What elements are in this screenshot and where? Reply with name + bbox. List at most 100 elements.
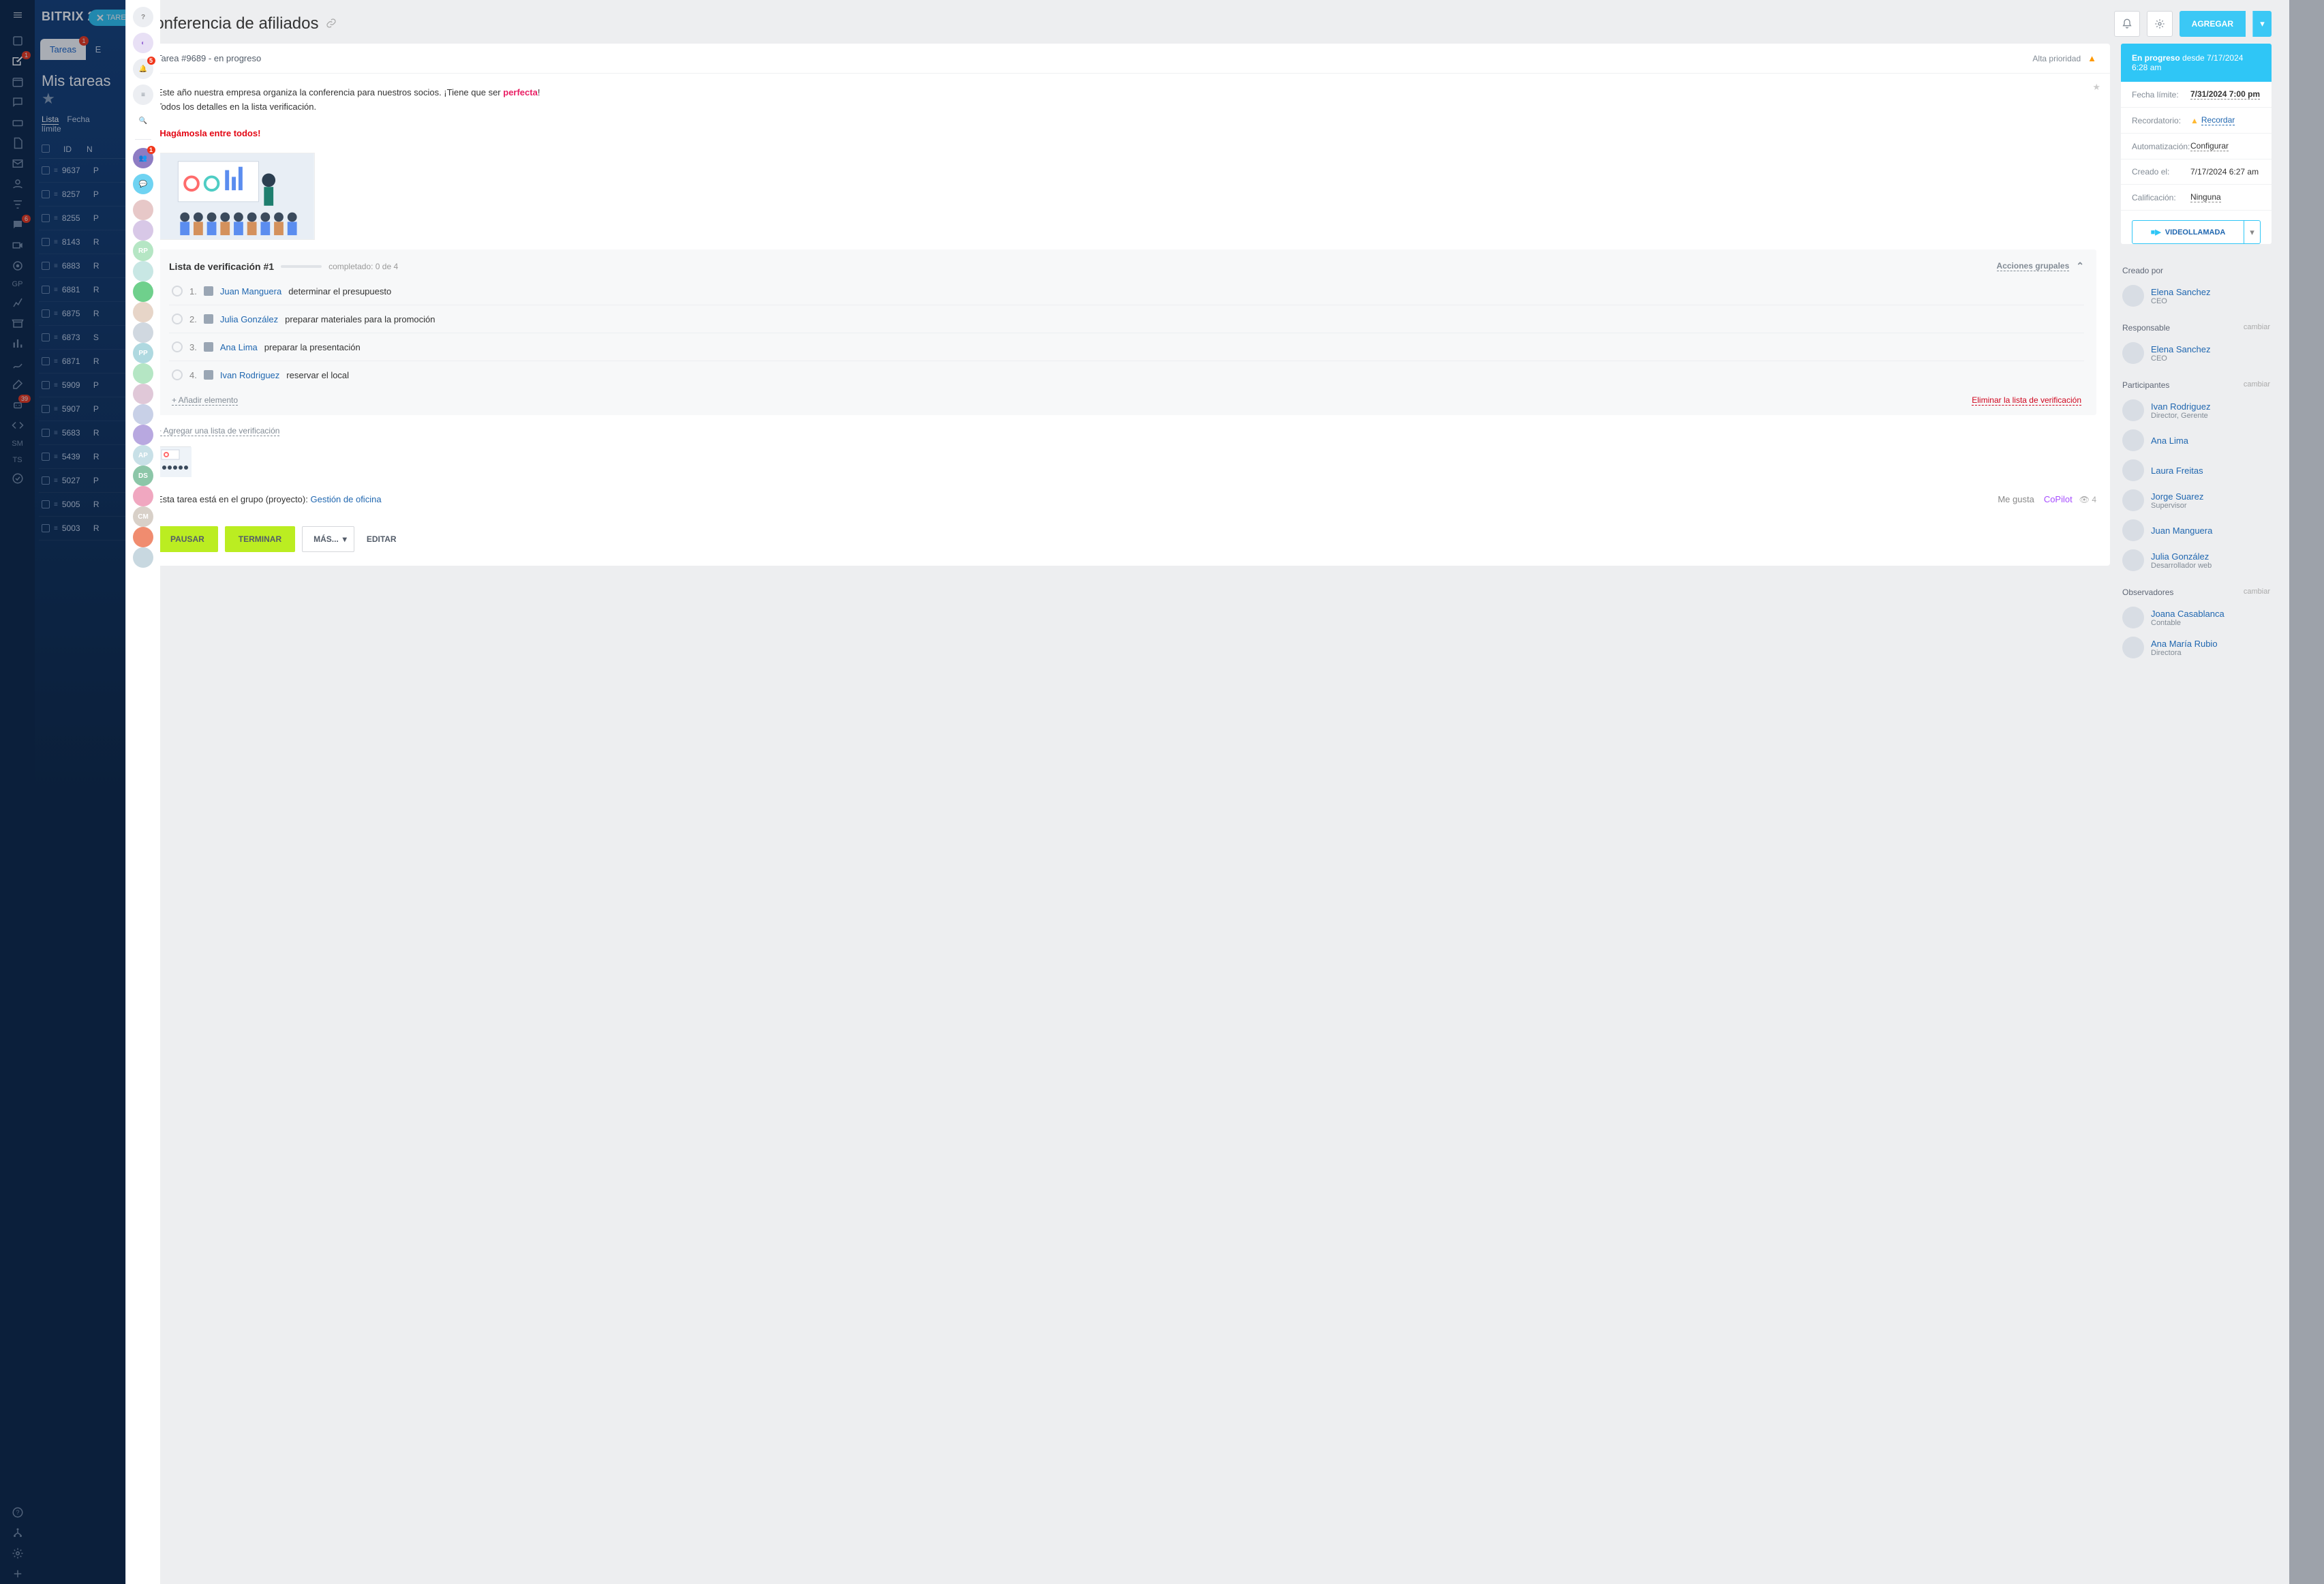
avatar	[2122, 429, 2144, 451]
rail-lines-icon[interactable]: ≡	[133, 85, 153, 105]
chat-avatar[interactable]	[133, 322, 153, 343]
chat-avatar[interactable]	[133, 384, 153, 404]
priority-label: Alta prioridad	[2032, 54, 2081, 63]
settings-button[interactable]	[2147, 11, 2173, 37]
user-icon	[204, 314, 213, 324]
reminder-warn-icon: ▲	[2190, 116, 2199, 125]
task-id-status: Tarea #9689 - en progreso	[157, 53, 261, 63]
chat-avatar[interactable]	[133, 220, 153, 241]
person[interactable]: Laura Freitas	[2121, 455, 2272, 485]
chat-avatar[interactable]	[133, 486, 153, 506]
add-checklist[interactable]: + Agregar una lista de verificación	[157, 426, 279, 436]
add-button[interactable]: AGREGAR	[2180, 11, 2246, 37]
pause-button[interactable]: PAUSAR	[157, 526, 218, 552]
chat-avatar[interactable]	[133, 281, 153, 302]
checkbox-icon[interactable]	[172, 314, 183, 324]
avatar	[2122, 489, 2144, 511]
chat-avatar[interactable]: RP	[133, 241, 153, 261]
checkbox-icon[interactable]	[172, 341, 183, 352]
reminder-link[interactable]: Recordar	[2201, 115, 2235, 125]
rail-people-icon[interactable]: 👥1	[133, 148, 153, 168]
avatar	[2122, 285, 2144, 307]
chat-avatar[interactable]: CM	[133, 506, 153, 527]
responsible-person[interactable]: Elena SanchezCEO	[2121, 338, 2272, 368]
video-call-button[interactable]: ■▶VIDEOLLAMADA	[2132, 221, 2244, 243]
project-link[interactable]: Gestión de oficina	[310, 494, 381, 504]
avatar	[2122, 549, 2144, 571]
task-description: Este año nuestra empresa organiza la con…	[157, 86, 2096, 115]
copilot-button[interactable]: CoPilot	[2044, 494, 2073, 504]
deadline-value[interactable]: 7/31/2024 7:00 pm	[2190, 89, 2260, 100]
chat-avatar[interactable]: PP	[133, 343, 153, 363]
delete-checklist[interactable]: Eliminar la lista de verificación	[1972, 395, 2081, 406]
person[interactable]: Julia GonzálezDesarrollador web	[2121, 545, 2272, 575]
chat-avatar[interactable]	[133, 363, 153, 384]
edit-button[interactable]: EDITAR	[361, 526, 402, 552]
change-responsible[interactable]: cambiar	[2244, 323, 2270, 333]
checkbox-icon[interactable]	[172, 369, 183, 380]
more-button[interactable]: MÁS... ▾	[302, 526, 354, 552]
chat-avatar[interactable]	[133, 425, 153, 445]
person[interactable]: Joana CasablancaContable	[2121, 603, 2272, 633]
flame-icon: ▲	[2088, 53, 2096, 63]
person[interactable]: Juan Manguera	[2121, 515, 2272, 545]
automation-link[interactable]: Configurar	[2190, 141, 2229, 151]
add-dropdown[interactable]: ▾	[2252, 11, 2272, 37]
avatar	[2122, 607, 2144, 628]
person[interactable]: Ana María RubioDirectora	[2121, 633, 2272, 662]
chat-avatar[interactable]	[133, 547, 153, 568]
status-banner: En progreso desde 7/17/2024 6:28 am	[2121, 44, 2272, 82]
person[interactable]: Ivan RodriguezDirector, Gerente	[2121, 395, 2272, 425]
created-value: 7/17/2024 6:27 am	[2190, 167, 2259, 177]
checklist-item[interactable]: 3.Ana Lima preparar la presentación	[169, 333, 2084, 361]
creator-person[interactable]: Elena SanchezCEO	[2121, 281, 2272, 311]
person[interactable]: Ana Lima	[2121, 425, 2272, 455]
checklist-item[interactable]: 2.Julia González preparar materiales par…	[169, 305, 2084, 333]
checklist: Lista de verificación #1 completado: 0 d…	[157, 249, 2096, 415]
permalink-icon[interactable]	[326, 18, 337, 31]
views-count: 👁 4	[2079, 495, 2096, 504]
checklist-title: Lista de verificación #1	[169, 261, 274, 272]
avatar	[2122, 459, 2144, 481]
add-checklist-item[interactable]: + Añadir elemento	[172, 395, 238, 406]
chat-avatar[interactable]	[133, 527, 153, 547]
attachment-image[interactable]	[157, 153, 315, 240]
chat-avatar[interactable]	[133, 404, 153, 425]
person[interactable]: Jorge SuarezSupervisor	[2121, 485, 2272, 515]
chat-avatar[interactable]	[133, 200, 153, 220]
rail-chat-bubble-icon[interactable]: 💬	[133, 174, 153, 194]
user-icon	[204, 286, 213, 296]
copilot-rail-icon[interactable]: ◐	[133, 33, 153, 53]
video-call-dropdown[interactable]: ▾	[2244, 221, 2260, 243]
task-title: Conferencia de afiliados	[143, 14, 319, 33]
checklist-progress	[281, 265, 322, 268]
checklist-item[interactable]: 4.Ivan Rodriguez reservar el local	[169, 361, 2084, 389]
chat-avatar[interactable]	[133, 302, 153, 322]
task-slogan: ¡Hagámosla entre todos!	[157, 128, 260, 138]
rail-bell-icon[interactable]: 🔔5	[133, 59, 153, 79]
favorite-star-icon[interactable]: ★	[2092, 80, 2100, 95]
attachment-thumb[interactable]	[157, 446, 191, 476]
avatar	[2122, 342, 2144, 364]
rail-search-icon[interactable]: 🔍	[133, 110, 153, 131]
user-icon	[204, 370, 213, 380]
group-actions-link[interactable]: Acciones grupales	[1997, 261, 2070, 271]
checklist-item[interactable]: 1.Juan Manguera determinar el presupuest…	[169, 277, 2084, 305]
avatar	[2122, 637, 2144, 658]
help-icon[interactable]: ?	[133, 7, 153, 27]
change-observers[interactable]: cambiar	[2244, 588, 2270, 597]
rating-value[interactable]: Ninguna	[2190, 192, 2221, 202]
avatar	[2122, 399, 2144, 421]
checkbox-icon[interactable]	[172, 286, 183, 296]
terminate-button[interactable]: TERMINAR	[225, 526, 295, 552]
avatar	[2122, 519, 2144, 541]
notifications-button[interactable]	[2114, 11, 2140, 37]
chat-avatar[interactable]: DS	[133, 466, 153, 486]
chat-avatar[interactable]	[133, 261, 153, 281]
change-participants[interactable]: cambiar	[2244, 380, 2270, 390]
user-icon	[204, 342, 213, 352]
chat-avatar[interactable]: AP	[133, 445, 153, 466]
collapse-checklist-icon[interactable]: ⌃	[2076, 260, 2084, 272]
right-chat-rail: ? ◐ 🔔5 ≡ 🔍 👥1 💬 RP PP APDS CM	[125, 0, 160, 1584]
like-button[interactable]: Me gusta	[1998, 494, 2034, 504]
